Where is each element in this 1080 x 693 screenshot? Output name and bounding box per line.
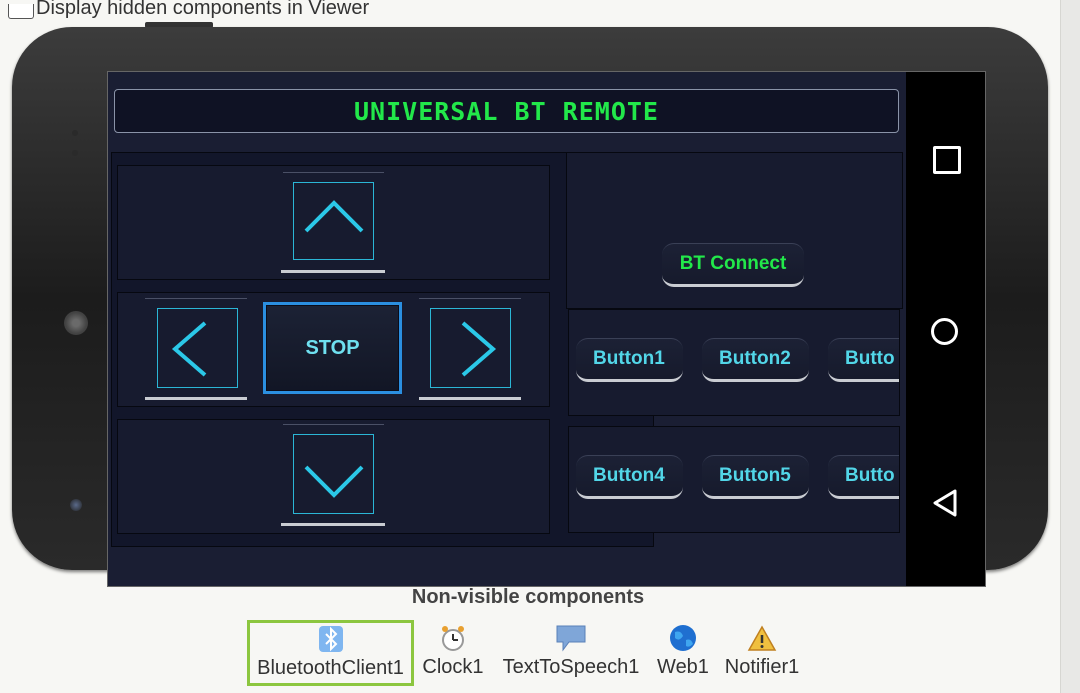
component-name: TextToSpeech1 (502, 656, 640, 678)
phone-frame: UNIVERSAL BT REMOTE STOP BT Connect Butt… (12, 27, 1048, 587)
button4-label: Button4 (593, 465, 665, 486)
component-name: Notifier1 (724, 656, 800, 678)
component-name: Web1 (657, 656, 709, 678)
button1-label: Button1 (593, 348, 665, 369)
scrollbar-track[interactable] (1060, 0, 1080, 693)
button6[interactable]: Butto (828, 455, 899, 499)
bluetooth-icon (318, 626, 343, 652)
chevron-up-icon (304, 200, 364, 233)
button5-label: Button5 (719, 465, 791, 486)
button1[interactable]: Button1 (576, 338, 683, 382)
right-button-top-edge (419, 298, 521, 299)
button3[interactable]: Butto (828, 338, 899, 382)
component-bluetoothclient1[interactable]: BluetoothClient1 (247, 620, 414, 686)
display-hidden-checkbox[interactable] (8, 3, 34, 19)
bt-connect-button[interactable]: BT Connect (662, 243, 804, 287)
back-icon[interactable] (932, 488, 958, 518)
bt-connect-label: BT Connect (679, 253, 787, 274)
button2[interactable]: Button2 (702, 338, 809, 382)
button-row-2: Button4 Button5 Butto (568, 426, 900, 533)
phone-sensor (72, 150, 78, 156)
speech-bubble-icon (556, 625, 586, 652)
non-visible-components-title: Non-visible components (411, 586, 645, 608)
left-button-top-edge (145, 298, 247, 299)
component-notifier1[interactable]: Notifier1 (722, 620, 802, 679)
button5[interactable]: Button5 (702, 455, 809, 499)
button2-label: Button2 (719, 348, 791, 369)
right-button[interactable] (430, 308, 511, 388)
button-row-1: Button1 Button2 Butto (568, 309, 900, 416)
button4[interactable]: Button4 (576, 455, 683, 499)
left-button-underline (145, 397, 247, 400)
app-screen: UNIVERSAL BT REMOTE STOP BT Connect Butt… (108, 72, 906, 586)
up-button-underline (281, 270, 385, 273)
down-button[interactable] (293, 434, 374, 514)
clock-icon (442, 626, 464, 651)
component-web1[interactable]: Web1 (656, 620, 710, 679)
app-title: UNIVERSAL BT REMOTE (354, 96, 659, 126)
button3-label: Butto (845, 348, 895, 369)
chevron-left-icon (171, 321, 207, 377)
display-hidden-components-option[interactable]: Display hidden components in Viewer (8, 0, 369, 22)
home-icon[interactable] (931, 318, 958, 345)
chevron-right-icon (461, 321, 497, 377)
phone-speaker (64, 311, 88, 335)
stop-label: STOP (305, 336, 360, 359)
warning-icon (747, 625, 777, 651)
down-button-top-edge (283, 424, 384, 425)
left-button[interactable] (157, 308, 238, 388)
chevron-down-icon (304, 465, 364, 498)
globe-icon (670, 625, 696, 651)
recents-icon[interactable] (933, 146, 961, 174)
stop-button[interactable]: STOP (263, 302, 402, 394)
phone-sensor (72, 130, 78, 136)
phone-camera (70, 499, 82, 511)
down-button-underline (281, 523, 385, 526)
component-clock1[interactable]: Clock1 (420, 620, 486, 679)
up-button-top-edge (283, 172, 384, 173)
display-hidden-label: Display hidden components in Viewer (36, 0, 370, 19)
phone-screen: UNIVERSAL BT REMOTE STOP BT Connect Butt… (107, 71, 986, 587)
component-texttospeech1[interactable]: TextToSpeech1 (499, 620, 643, 679)
app-title-bar: UNIVERSAL BT REMOTE (114, 89, 899, 133)
button6-label: Butto (845, 465, 895, 486)
right-button-underline (419, 397, 521, 400)
component-name: Clock1 (422, 656, 484, 678)
component-name: BluetoothClient1 (257, 657, 404, 679)
up-button[interactable] (293, 182, 374, 260)
